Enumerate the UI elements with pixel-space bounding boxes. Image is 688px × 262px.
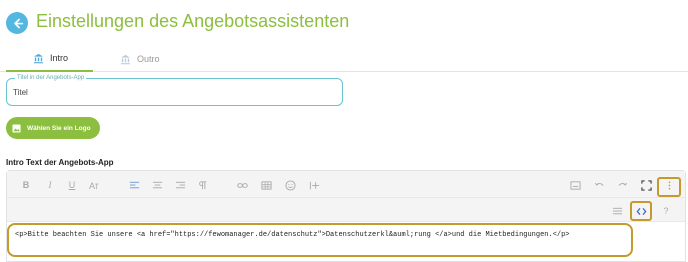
more-options-button[interactable]	[662, 179, 676, 191]
tab-outro[interactable]: Outro	[120, 46, 160, 72]
emoji-button[interactable]	[283, 179, 297, 191]
insert-image-button[interactable]	[568, 179, 582, 191]
font-size-button[interactable]: A	[87, 179, 101, 191]
insert-link-button[interactable]	[235, 179, 249, 191]
arrow-left-icon	[13, 18, 23, 28]
insert-table-button[interactable]	[259, 179, 273, 191]
align-left-button[interactable]	[127, 179, 141, 191]
select-all-button[interactable]	[610, 205, 624, 217]
tab-bar: Intro Outro	[0, 46, 688, 72]
horizontal-rule-button[interactable]	[307, 179, 321, 191]
choose-logo-button[interactable]: Wählen Sie ein Logo	[6, 117, 100, 139]
choose-logo-label: Wählen Sie ein Logo	[27, 124, 91, 132]
html-source-text: <p>Bitte beachten Sie unsere <a href="ht…	[15, 231, 570, 239]
italic-button[interactable]: I	[43, 179, 57, 191]
code-view-button[interactable]	[634, 205, 648, 217]
image-icon	[569, 180, 581, 190]
link-icon	[236, 182, 248, 188]
bold-button[interactable]: B	[19, 179, 33, 191]
title-field-legend: Titel in der Angebots-App	[15, 74, 87, 82]
bank-icon	[33, 53, 44, 64]
align-left-icon	[129, 181, 139, 188]
redo-icon	[618, 182, 627, 186]
editor-toolbar-main	[7, 171, 685, 198]
page-title: Einstellungen des Angebotsassistenten	[36, 11, 350, 31]
image-icon	[12, 123, 21, 133]
select-all-icon	[612, 207, 622, 214]
underline-button[interactable]: U	[65, 179, 79, 191]
svg-text:A: A	[89, 181, 96, 191]
fullscreen-icon	[640, 179, 652, 191]
undo-icon	[594, 182, 603, 186]
undo-button[interactable]	[592, 179, 606, 191]
fullscreen-button[interactable]	[639, 179, 653, 191]
title-field: Titel in der Angebots-App	[6, 74, 343, 106]
editor-toolbar-secondary	[7, 198, 685, 222]
align-center-button[interactable]	[150, 179, 164, 191]
code-icon	[636, 207, 646, 215]
help-button[interactable]: ?	[659, 205, 673, 217]
more-vertical-icon	[668, 180, 670, 190]
align-right-button[interactable]	[173, 179, 187, 191]
intro-text-label: Intro Text der Angebots-App	[6, 158, 114, 167]
align-right-icon	[175, 181, 185, 188]
table-icon	[260, 180, 272, 190]
tab-intro[interactable]: Intro	[6, 46, 93, 72]
tab-intro-label: Intro	[50, 53, 69, 63]
font-size-icon: A	[89, 181, 99, 191]
code-view-area[interactable]: <p>Bitte beachten Sie unsere <a href="ht…	[7, 223, 633, 257]
emoji-icon	[284, 179, 296, 191]
tab-outro-label: Outro	[137, 54, 160, 64]
redo-button[interactable]	[615, 179, 629, 191]
paragraph-icon	[198, 180, 206, 189]
title-input[interactable]	[13, 88, 313, 97]
horizontal-rule-icon	[309, 181, 319, 189]
rich-text-editor: B I U A ? <p>Bitte beachten Sie unsere <…	[6, 170, 686, 262]
back-button[interactable]	[6, 12, 28, 34]
align-center-icon	[152, 181, 162, 188]
paragraph-format-button[interactable]	[196, 179, 210, 191]
bank-icon	[120, 54, 131, 65]
